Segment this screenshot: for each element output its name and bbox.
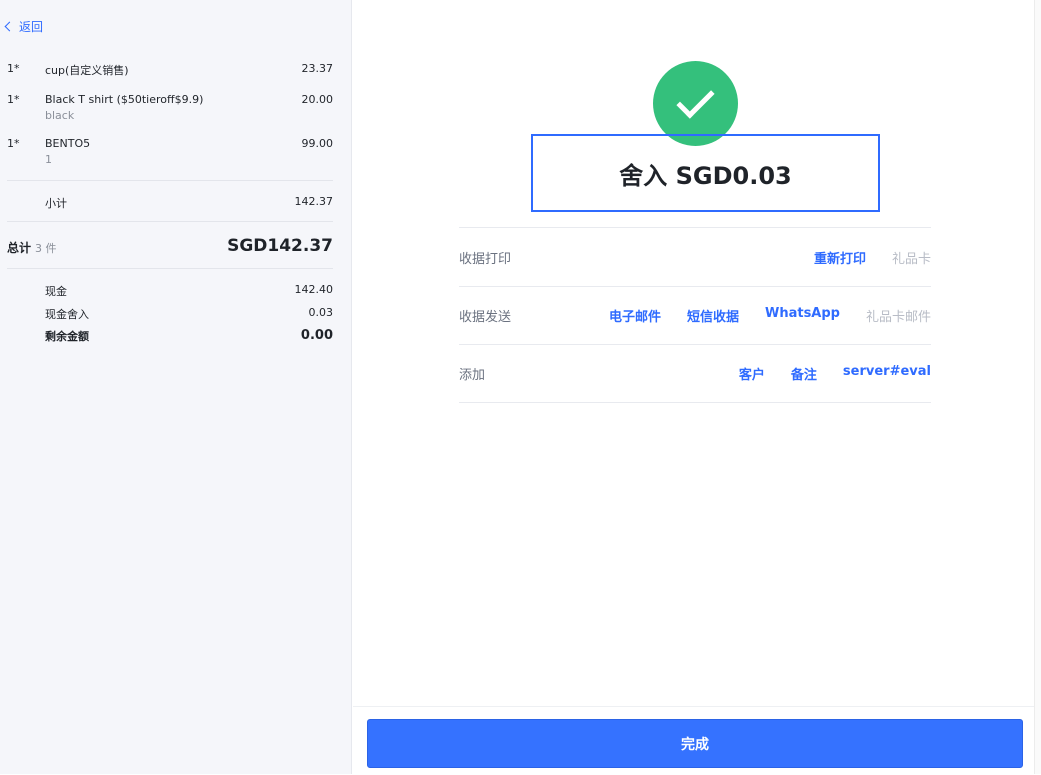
item-variant: black <box>45 109 75 122</box>
payment-label: 现金舍入 <box>45 308 89 321</box>
sms-receipt-button[interactable]: 短信收据 <box>687 306 739 325</box>
subtotal-label: 小计 <box>45 197 67 210</box>
receipt-send-label: 收据发送 <box>459 310 512 325</box>
item-variant: 1 <box>45 153 52 166</box>
divider <box>7 268 333 269</box>
back-label: 返回 <box>19 20 44 34</box>
item-name: BENTO5 <box>45 137 91 150</box>
done-button[interactable]: 完成 <box>367 719 1023 768</box>
add-actions: 客户 备注 server#eval <box>739 364 931 383</box>
back-button[interactable]: 返回 <box>4 18 44 35</box>
payment-value: 0.03 <box>308 306 334 319</box>
receipt-send-section: 收据发送 电子邮件 短信收据 WhatsApp 礼品卡邮件 <box>459 286 931 345</box>
payment-value: 142.40 <box>294 283 334 296</box>
divider <box>7 180 333 181</box>
gift-card-print-button[interactable]: 礼品卡 <box>892 248 931 267</box>
gift-card-email-button[interactable]: 礼品卡邮件 <box>866 306 931 325</box>
subtotal-value: 142.37 <box>294 195 334 208</box>
footer: 完成 <box>353 706 1035 775</box>
reprint-button[interactable]: 重新打印 <box>814 248 866 267</box>
item-name: cup(自定义销售) <box>45 64 129 77</box>
remaining-label: 剩余金额 <box>45 330 89 343</box>
item-qty: 1* <box>7 93 20 106</box>
payment-label: 现金 <box>45 285 67 298</box>
item-price: 99.00 <box>301 137 334 150</box>
add-customer-button[interactable]: 客户 <box>739 364 765 383</box>
order-summary-sidebar: 返回 1* cup(自定义销售) 23.37 1* Black T shirt … <box>0 0 352 774</box>
total-label: 总计 <box>7 241 32 255</box>
total-count: 3 件 <box>35 242 57 255</box>
divider <box>7 221 333 222</box>
receipt-print-actions: 重新打印 礼品卡 <box>814 248 931 267</box>
chevron-left-icon <box>4 21 15 32</box>
rounding-title: 舍入 SGD0.03 <box>531 134 880 212</box>
remaining-value: 0.00 <box>300 328 333 343</box>
item-price: 20.00 <box>301 93 334 106</box>
total-value: SGD142.37 <box>227 236 333 256</box>
item-qty: 1* <box>7 62 20 75</box>
scrollbar[interactable] <box>1034 0 1041 774</box>
add-label: 添加 <box>459 368 486 383</box>
receipt-send-actions: 电子邮件 短信收据 WhatsApp 礼品卡邮件 <box>609 306 931 325</box>
receipt-print-label: 收据打印 <box>459 252 512 267</box>
item-price: 23.37 <box>301 62 334 75</box>
item-qty: 1* <box>7 137 20 150</box>
add-section: 添加 客户 备注 server#eval <box>459 344 931 403</box>
add-note-button[interactable]: 备注 <box>791 364 817 383</box>
email-receipt-button[interactable]: 电子邮件 <box>609 306 661 325</box>
total-label-group: 总计 3 件 <box>7 239 57 256</box>
add-server-button[interactable]: server#eval <box>843 364 931 383</box>
receipt-print-section: 收据打印 重新打印 礼品卡 <box>459 228 931 287</box>
payment-complete-panel: 舍入 SGD0.03 收据打印 重新打印 礼品卡 收据发送 电子邮件 短信收据 … <box>353 0 1035 775</box>
checkmark-icon <box>676 80 715 119</box>
item-name: Black T shirt ($50tieroff$9.9) <box>45 93 204 106</box>
whatsapp-receipt-button[interactable]: WhatsApp <box>765 306 840 325</box>
